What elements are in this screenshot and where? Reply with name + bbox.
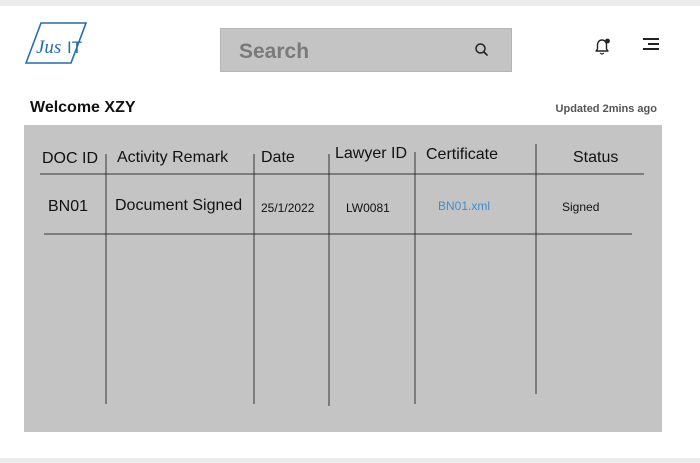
- search-bar[interactable]: [220, 28, 512, 72]
- documents-table-panel: DOC ID Activity Remark Date Lawyer ID Ce…: [24, 125, 662, 432]
- bottom-strip: [0, 458, 700, 463]
- updated-timestamp: Updated 2mins ago: [555, 103, 657, 115]
- column-header-doc-id[interactable]: DOC ID: [42, 150, 98, 168]
- top-strip: [0, 0, 700, 6]
- column-header-activity-remark[interactable]: Activity Remark: [117, 149, 228, 167]
- cell-lawyer-id: LW0081: [346, 201, 390, 215]
- search-icon[interactable]: [473, 41, 491, 59]
- hamburger-menu-icon[interactable]: [642, 37, 660, 51]
- welcome-heading: Welcome XZY: [30, 99, 136, 116]
- column-header-date[interactable]: Date: [261, 149, 295, 167]
- svg-text:IT: IT: [67, 38, 82, 57]
- column-header-certificate[interactable]: Certificate: [426, 146, 498, 164]
- svg-text:Jus: Jus: [36, 37, 61, 58]
- column-header-status[interactable]: Status: [573, 149, 618, 167]
- cell-activity-remark: Document Signed: [115, 197, 243, 214]
- search-input[interactable]: [237, 37, 461, 67]
- table-grid-lines: [40, 144, 644, 406]
- logo[interactable]: Jus IT: [24, 21, 88, 65]
- cell-status: Signed: [562, 200, 600, 214]
- cell-date: 25/1/2022: [261, 201, 315, 215]
- certificate-link[interactable]: BN01.xml: [438, 199, 490, 213]
- column-header-lawyer-id[interactable]: Lawyer ID: [335, 145, 407, 163]
- cell-doc-id: BN01: [48, 198, 89, 215]
- bell-icon[interactable]: [592, 36, 612, 56]
- logo-icon: Jus IT: [24, 22, 88, 64]
